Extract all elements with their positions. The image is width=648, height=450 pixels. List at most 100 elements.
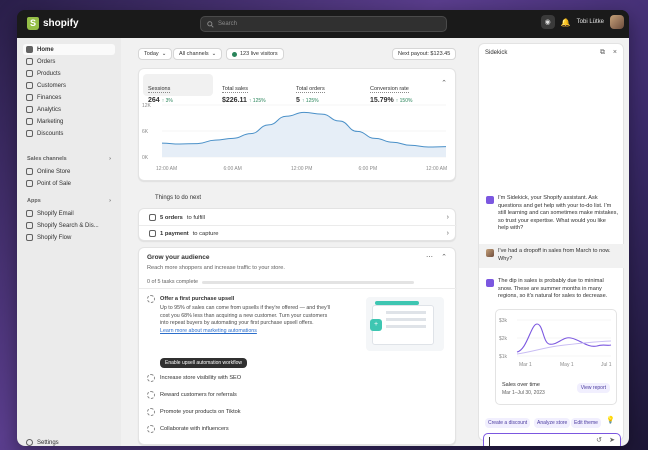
x-tick-label: 12:00 PM: [291, 166, 312, 172]
learn-more-link[interactable]: Learn more about marketing automations: [160, 328, 355, 336]
x-tick-label: May 1: [560, 362, 574, 368]
x-tick-label: 6:00 PM: [359, 166, 378, 172]
task-first-purchase-upsell[interactable]: Offer a first purchase upsell: [147, 295, 234, 303]
payment-icon: [149, 230, 156, 237]
chevron-right-icon: ›: [109, 156, 111, 162]
y-tick-label: 12K: [142, 103, 152, 109]
metric-total-orders[interactable]: Total orders 5 ↑ 125%: [291, 74, 361, 104]
chip-analyze-store[interactable]: Analyze store: [534, 418, 571, 428]
sidebar-item-label: Shopify Flow: [37, 234, 72, 241]
task-seo[interactable]: Increase store visibility with SEO: [147, 374, 241, 382]
search-input[interactable]: Search: [200, 16, 447, 32]
more-options-icon[interactable]: ⋯: [426, 253, 433, 261]
store-name[interactable]: Tobi Lütke: [577, 19, 604, 25]
grow-subtitle: Reach more shoppers and increase traffic…: [147, 265, 285, 271]
close-icon[interactable]: ×: [613, 49, 617, 56]
sidebar-item-analytics[interactable]: Analytics: [23, 104, 115, 115]
todo-heading: Things to do next: [155, 195, 202, 201]
sales-channels-heading[interactable]: Sales channels ›: [27, 156, 111, 162]
sidebar-item-shopify-email[interactable]: Shopify Email: [23, 208, 115, 219]
x-tick-label: Jul 1: [601, 362, 612, 368]
text-cursor: [489, 437, 490, 446]
task-status-icon: [147, 425, 155, 433]
lightbulb-icon[interactable]: 💡: [606, 416, 615, 424]
chip-edit-theme[interactable]: Edit theme: [571, 418, 601, 428]
message-line: Why?: [498, 255, 513, 262]
chat-input[interactable]: ↺ ➤: [483, 433, 621, 446]
task-status-icon: [147, 408, 155, 416]
task-influencers[interactable]: Collaborate with influencers: [147, 425, 229, 433]
task-body-line: into repeat buyers by automating your fi…: [160, 320, 314, 327]
task-tiktok[interactable]: Promote your products on Tiktok: [147, 408, 241, 416]
y-tick-label: 0K: [142, 155, 149, 161]
gear-icon: [26, 439, 33, 446]
todo-card: 5 orders to fulfill › 1 payment to capture…: [138, 208, 457, 241]
sidebar-item-finances[interactable]: Finances: [23, 92, 115, 103]
task-referrals[interactable]: Reward customers for referrals: [147, 391, 237, 399]
task-status-icon: [147, 295, 155, 303]
todo-row-payments[interactable]: 1 payment to capture ›: [139, 226, 457, 241]
sidebar-item-settings[interactable]: Settings: [23, 437, 115, 446]
apps-label: Apps: [27, 198, 41, 204]
next-payout[interactable]: Next payout: $123.45: [392, 48, 457, 60]
x-tick-label: 12:00 AM: [156, 166, 177, 172]
sidebar-item-home[interactable]: Home: [23, 44, 115, 55]
top-bar: shopify Search ◉ 🔔 Tobi Lütke: [17, 10, 629, 38]
new-chat-icon[interactable]: ⧉: [600, 49, 605, 57]
sidebar-item-discounts[interactable]: Discounts: [23, 128, 115, 139]
date-filter[interactable]: Today ⌄: [138, 48, 173, 60]
sidebar-item-products[interactable]: Products: [23, 68, 115, 79]
todo-row-orders[interactable]: 5 orders to fulfill ›: [139, 210, 457, 225]
app-window: shopify Search ◉ 🔔 Tobi Lütke Home Order…: [17, 10, 629, 446]
sidebar-item-online-store[interactable]: Online Store: [23, 166, 115, 177]
send-icon[interactable]: ➤: [609, 436, 615, 444]
channels-filter[interactable]: All channels ⌄: [173, 48, 223, 60]
chevron-down-icon: ⌄: [211, 51, 217, 57]
shopify-logo[interactable]: shopify: [27, 17, 79, 30]
sessions-area: [162, 112, 446, 157]
live-visitors-label: 123 live visitors: [240, 51, 278, 57]
todo-count: 5 orders: [160, 214, 183, 221]
email-icon: [26, 210, 33, 217]
progress-block: 0 of 5 tasks complete: [147, 279, 414, 285]
metric-sessions[interactable]: Sessions 264 ↑ 3%: [143, 74, 213, 104]
sidebar-item-search-discovery[interactable]: Shopify Search & Dis...: [23, 220, 115, 231]
todo-count: 1 payment: [160, 230, 189, 237]
sidebar-item-point-of-sale[interactable]: Point of Sale: [23, 178, 115, 189]
chip-create-discount[interactable]: Create a discount: [485, 418, 531, 428]
refresh-icon[interactable]: ↺: [596, 436, 602, 444]
enable-upsell-button[interactable]: Enable upsell automation workflow: [160, 358, 247, 368]
task-body-line: cost you 68% less than acquiring a new c…: [160, 312, 328, 319]
message-line: regions, so it's natural for sales to de…: [498, 293, 608, 299]
message-line: so trust your expertise. What would you …: [498, 217, 606, 224]
sidekick-avatar-icon: [486, 196, 494, 204]
collapse-chevron-icon[interactable]: ⌃: [441, 253, 447, 261]
next-payout-label: Next payout: $123.45: [398, 51, 451, 57]
top-right-controls: ◉ 🔔 Tobi Lütke: [540, 15, 624, 29]
date-filter-label: Today: [144, 51, 159, 57]
metric-label: Total orders: [296, 86, 325, 93]
apps-heading[interactable]: Apps ›: [27, 198, 111, 204]
sidebar-item-label: Point of Sale: [37, 180, 72, 187]
sidekick-toggle-icon[interactable]: ◉: [540, 15, 555, 29]
live-visitors[interactable]: 123 live visitors: [226, 48, 284, 60]
store-icon: [26, 168, 33, 175]
bell-icon[interactable]: 🔔: [561, 18, 571, 27]
brand-name: shopify: [43, 18, 79, 29]
x-tick-label: 6:00 AM: [224, 166, 242, 172]
sidebar-item-customers[interactable]: Customers: [23, 80, 115, 91]
metric-conversion-rate[interactable]: Conversion rate 15.79% ↑ 150%: [365, 74, 435, 104]
sidebar-item-marketing[interactable]: Marketing: [23, 116, 115, 127]
message-line: I've had a dropoff in sales from March t…: [498, 248, 611, 254]
metric-label: Conversion rate: [370, 86, 409, 93]
x-tick-label: Mar 1: [519, 362, 532, 368]
avatar[interactable]: [610, 15, 624, 29]
view-report-button[interactable]: View report: [576, 383, 610, 393]
collapse-chevron-icon[interactable]: ⌃: [441, 79, 447, 87]
sidekick-reply: The dip in sales is probably due to mini…: [486, 278, 618, 301]
sidebar-item-shopify-flow[interactable]: Shopify Flow: [23, 232, 115, 243]
metric-total-sales[interactable]: Total sales $226.11 ↑ 125%: [217, 74, 287, 104]
sidebar-item-orders[interactable]: Orders: [23, 56, 115, 67]
finances-icon: [26, 94, 33, 101]
sidebar-item-label: Orders: [37, 58, 56, 65]
